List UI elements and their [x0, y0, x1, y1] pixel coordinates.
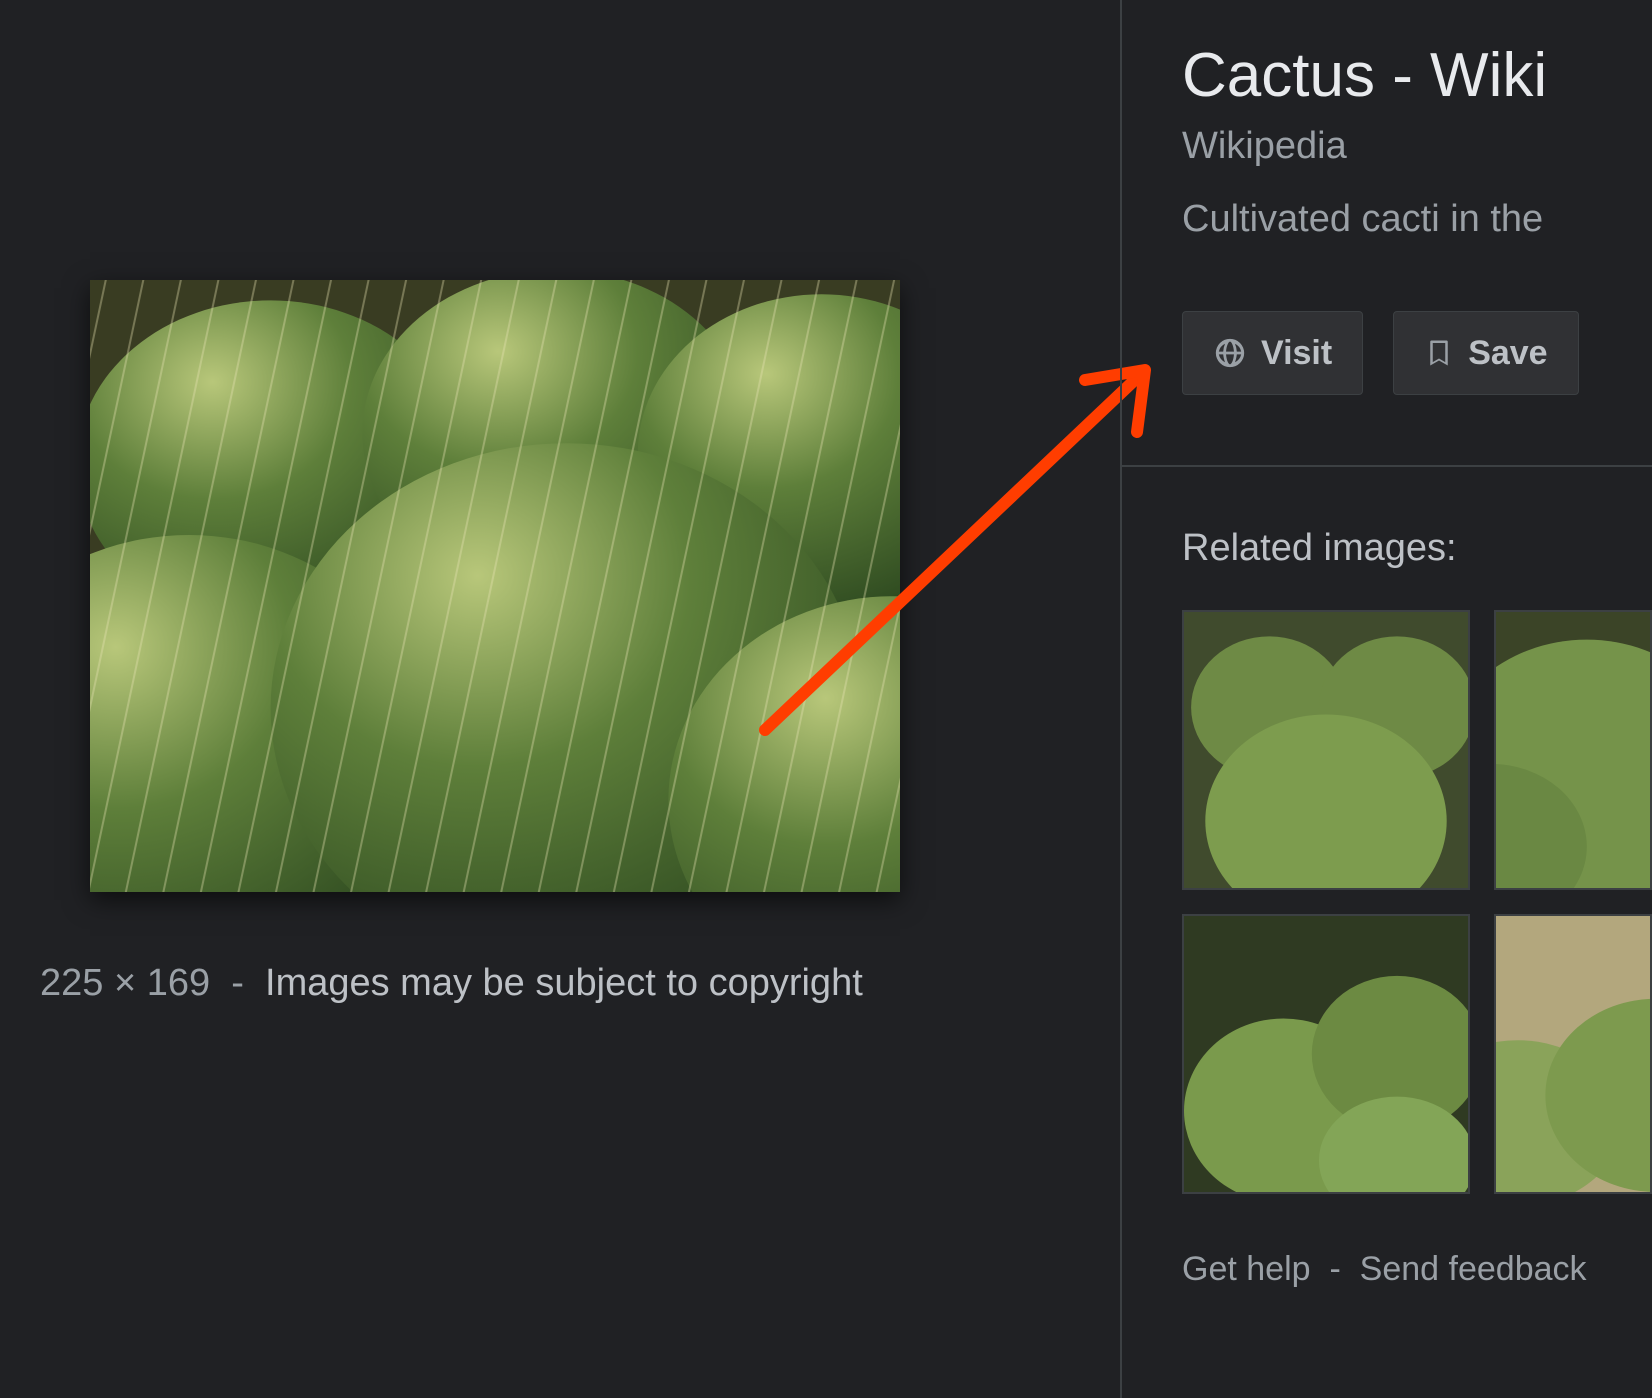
image-preview-panel: 225 × 169 - Images may be subject to cop… [0, 0, 1120, 1398]
cactus-illustration [1184, 612, 1468, 888]
footer-links: Get help - Send feedback [1182, 1250, 1652, 1289]
section-divider [1122, 465, 1652, 467]
cactus-illustration [1496, 916, 1650, 1192]
related-images-label: Related images: [1182, 527, 1652, 570]
related-images-grid [1182, 610, 1652, 1194]
get-help-link[interactable]: Get help [1182, 1250, 1311, 1288]
save-button-label: Save [1468, 334, 1547, 373]
send-feedback-link[interactable]: Send feedback [1360, 1250, 1587, 1288]
cactus-illustration [1184, 916, 1468, 1192]
visit-button[interactable]: Visit [1182, 311, 1363, 395]
image-dimensions: 225 × 169 [40, 962, 210, 1004]
copyright-notice[interactable]: Images may be subject to copyright [265, 962, 863, 1004]
related-image-thumb[interactable] [1182, 914, 1470, 1194]
bookmark-icon [1424, 336, 1454, 370]
image-meta: 225 × 169 - Images may be subject to cop… [40, 962, 863, 1005]
detail-source[interactable]: Wikipedia [1182, 125, 1652, 168]
visit-button-label: Visit [1261, 334, 1332, 373]
footer-separator: - [1329, 1250, 1340, 1288]
main-preview-image[interactable] [90, 280, 900, 892]
image-detail-panel: Cactus - Wiki Wikipedia Cultivated cacti… [1120, 0, 1652, 1398]
save-button[interactable]: Save [1393, 311, 1578, 395]
related-image-thumb[interactable] [1494, 914, 1652, 1194]
related-image-thumb[interactable] [1182, 610, 1470, 890]
detail-title[interactable]: Cactus - Wiki [1182, 40, 1652, 111]
cactus-illustration [90, 280, 900, 892]
globe-icon [1213, 336, 1247, 370]
detail-caption: Cultivated cacti in the [1182, 198, 1652, 241]
related-image-thumb[interactable] [1494, 610, 1652, 890]
action-row: Visit Save [1182, 311, 1652, 395]
meta-separator: - [231, 962, 244, 1004]
cactus-illustration [1496, 612, 1650, 888]
